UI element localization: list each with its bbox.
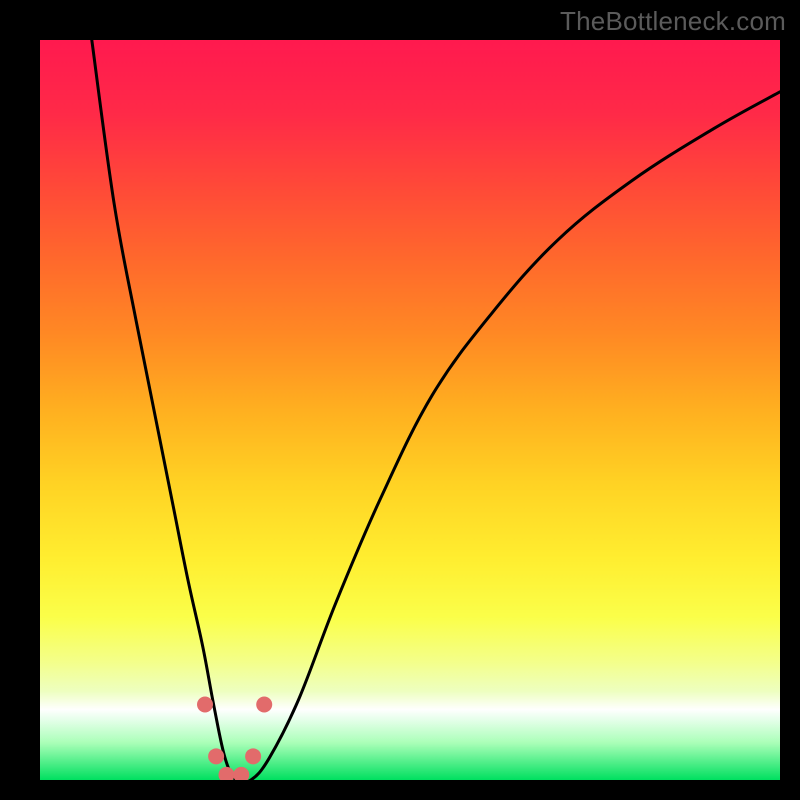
marker-dot xyxy=(256,697,272,713)
outer-frame: TheBottleneck.com xyxy=(0,0,800,800)
marker-dot xyxy=(233,767,249,780)
bottleneck-curve xyxy=(92,40,780,780)
curve-layer xyxy=(40,40,780,780)
marker-dot xyxy=(197,697,213,713)
marker-dot xyxy=(218,767,234,780)
watermark-text: TheBottleneck.com xyxy=(560,6,786,37)
marker-dot xyxy=(208,748,224,764)
marker-dot xyxy=(245,748,261,764)
plot-area xyxy=(40,40,780,780)
